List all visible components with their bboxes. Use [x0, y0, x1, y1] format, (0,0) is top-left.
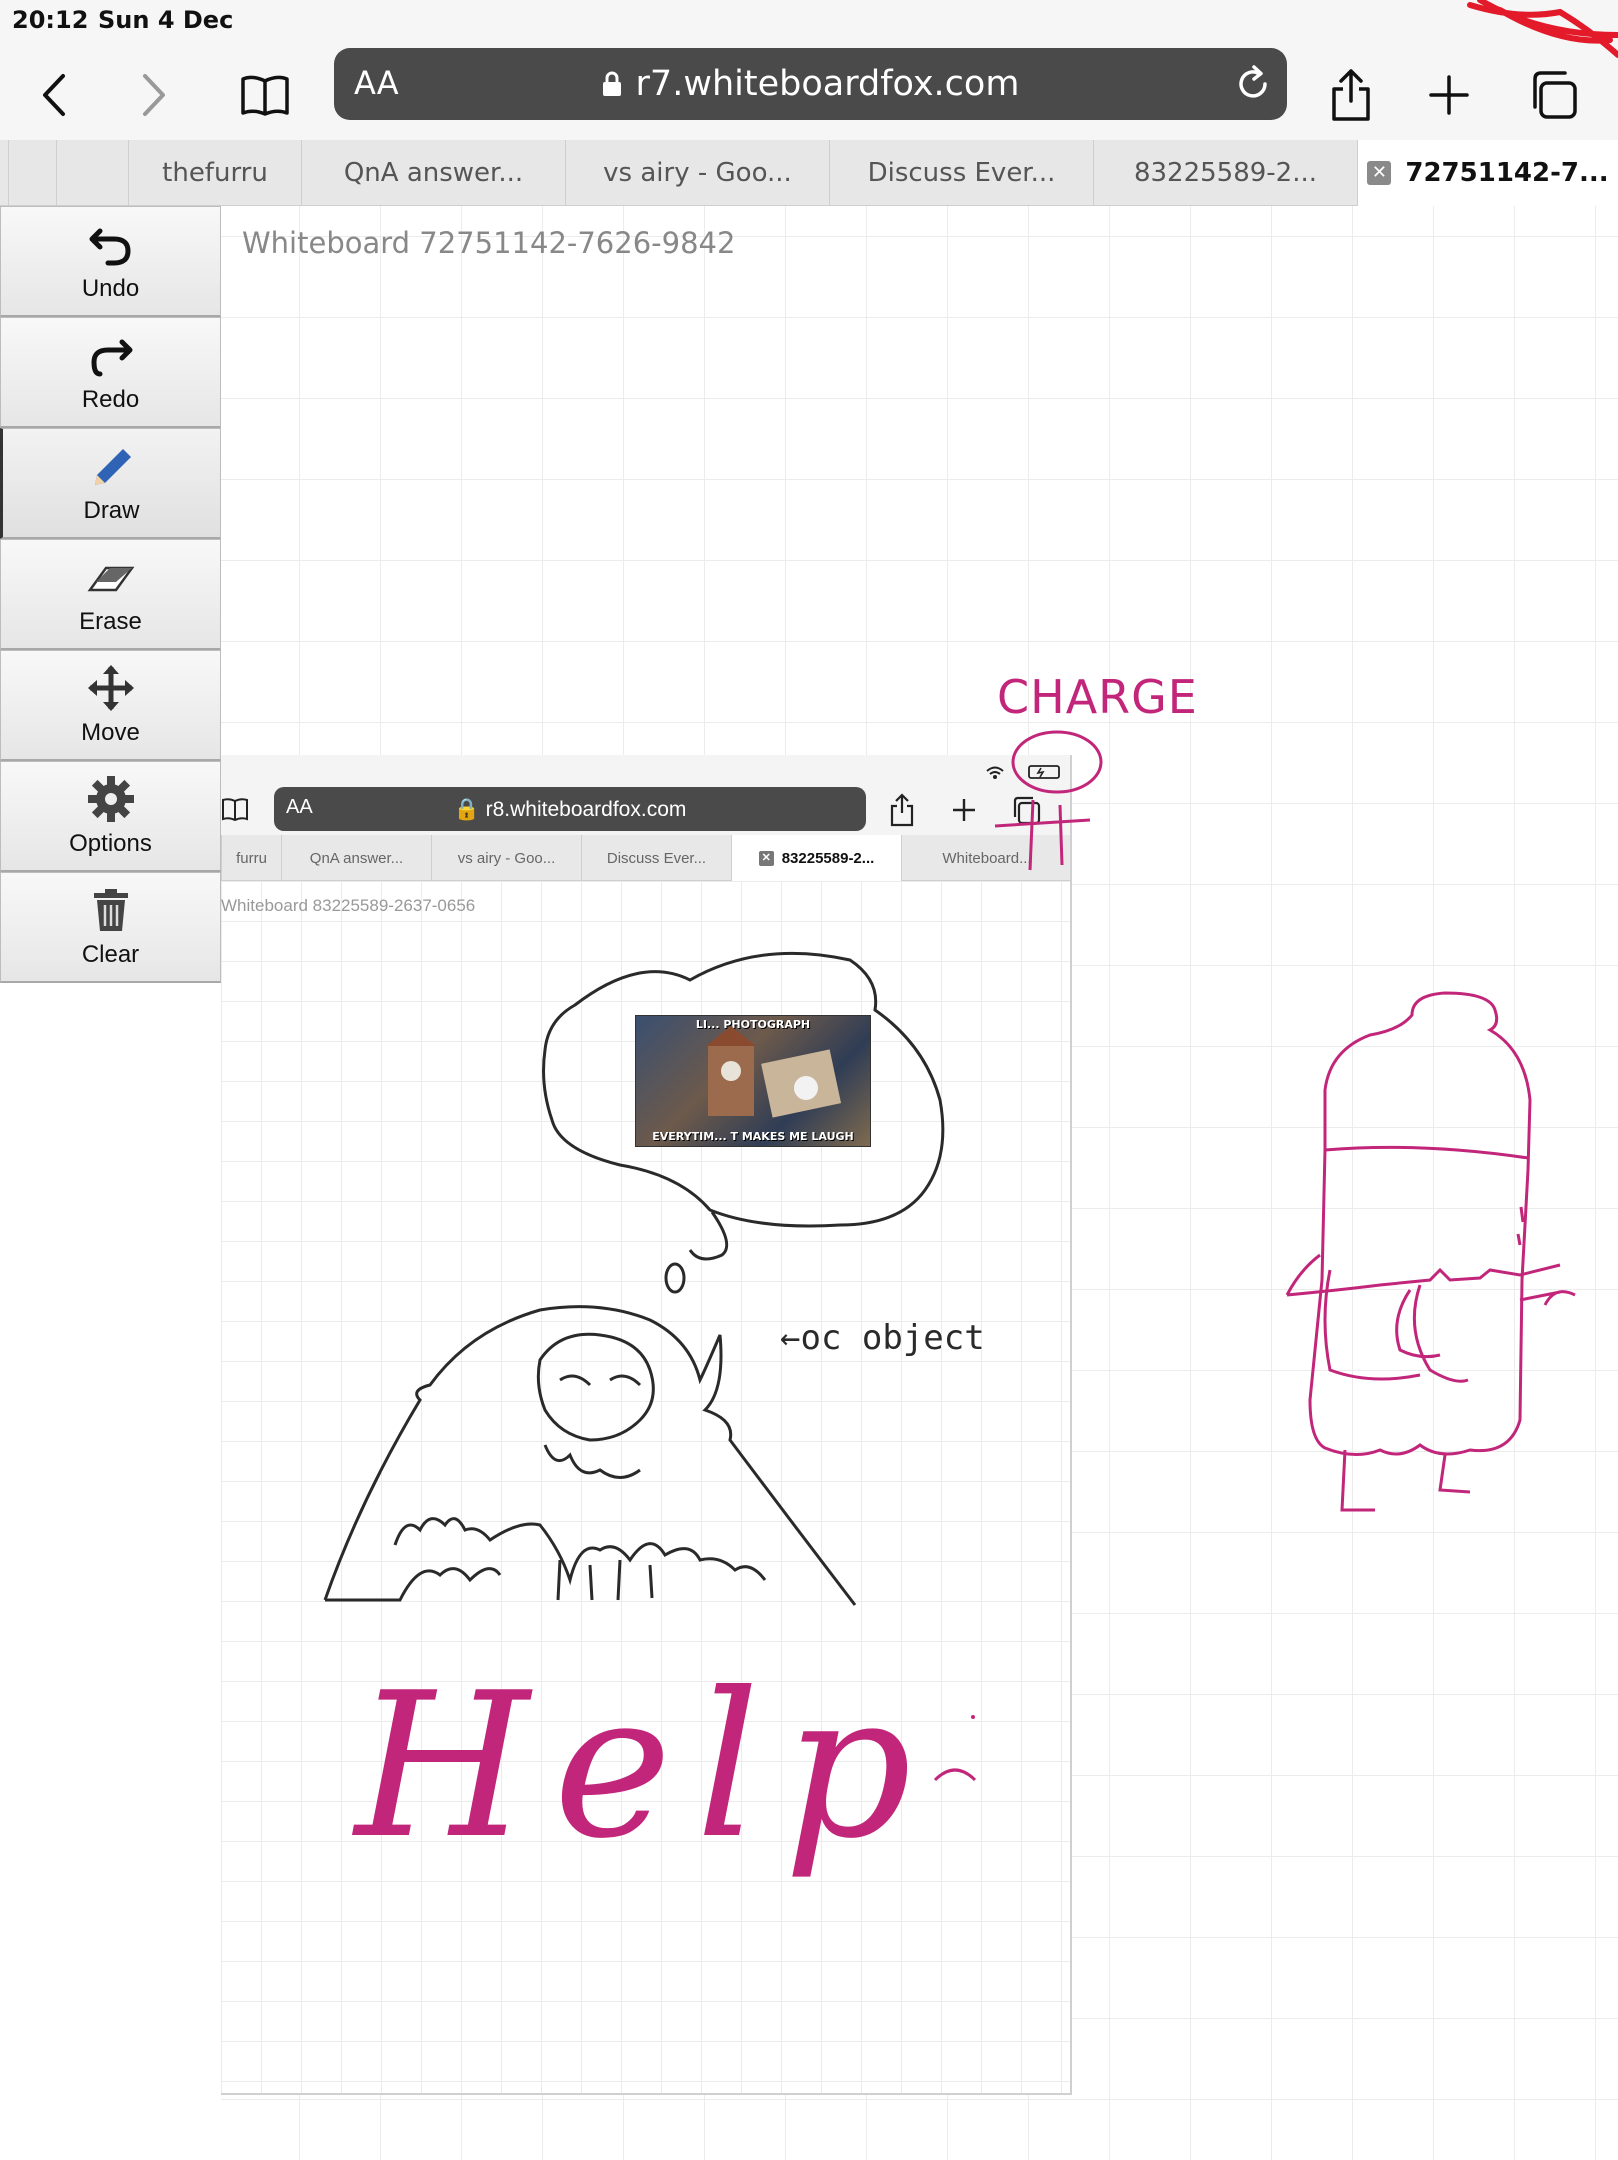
redo-button[interactable]: Redo — [0, 317, 221, 428]
help-label: Help — [355, 1650, 936, 1883]
close-tab-icon[interactable]: ✕ — [1367, 161, 1392, 185]
pencil-icon — [94, 449, 131, 485]
whiteboard-title: Whiteboard 72751142-7626-9842 — [242, 226, 736, 260]
pasted-tab: furru — [221, 835, 281, 881]
undo-button[interactable]: Undo — [0, 206, 221, 317]
tab-label: vs airy - Goo... — [603, 158, 792, 188]
tab-label: QnA answer... — [343, 158, 524, 188]
share-icon — [890, 793, 914, 827]
pasted-tab: Discuss Ever... — [581, 835, 731, 881]
meme-image: LI... PHOTOGRAPH EVERYTIM... T MAKES ME … — [635, 1015, 871, 1147]
tabs-overview-icon — [1013, 796, 1041, 825]
pasted-whiteboard-title: Whiteboard 83225589-2637-0656 — [221, 896, 476, 915]
undo-label: Undo — [81, 275, 140, 302]
wifi-battery-icon — [986, 765, 1060, 779]
draw-label: Draw — [83, 497, 140, 524]
charge-label: CHARGE — [997, 670, 1198, 724]
status-bar: 20:12 Sun 4 Dec — [0, 0, 1618, 40]
tab-qna[interactable]: QnA answer... — [301, 140, 565, 206]
status-time: 20:12 — [12, 6, 89, 34]
clear-label: Clear — [81, 941, 140, 968]
status-date: Sun 4 Dec — [98, 6, 234, 34]
erase-button[interactable]: Erase — [0, 539, 221, 650]
undo-icon — [89, 228, 131, 266]
url-display: r7.whiteboardfox.com — [334, 64, 1287, 104]
pasted-url-text: r8.whiteboardfox.com — [485, 798, 687, 821]
pasted-tab-active: ✕ 83225589-2... — [731, 835, 901, 881]
tab-vs-airy[interactable]: vs airy - Goo... — [565, 140, 829, 206]
tab-label: Discuss Ever... — [867, 158, 1056, 188]
meme-scene — [706, 1026, 842, 1118]
erase-label: Erase — [79, 608, 142, 635]
trash-icon — [93, 889, 128, 931]
tabs-overview-icon[interactable] — [1518, 60, 1588, 130]
pasted-tab: Whiteboard... — [901, 835, 1070, 881]
tab-discuss[interactable]: Discuss Ever... — [829, 140, 1093, 206]
reload-icon[interactable] — [1233, 62, 1273, 111]
bookmarks-icon — [222, 798, 248, 821]
options-label: Options — [69, 830, 152, 857]
tab-label: 72751142-7... — [1405, 158, 1609, 188]
back-icon[interactable] — [20, 60, 90, 130]
bookmarks-icon[interactable] — [230, 60, 300, 130]
forward-icon[interactable] — [118, 60, 188, 130]
redo-icon — [90, 339, 132, 377]
redo-label: Redo — [81, 386, 140, 413]
lock-icon — [602, 71, 621, 96]
move-label: Move — [81, 719, 140, 746]
pasted-tab-label: QnA answer... — [309, 849, 404, 867]
pinned-tab[interactable] — [8, 140, 56, 206]
gear-icon — [87, 776, 134, 822]
tab-bar: thefurru QnA answer... vs airy - Goo... … — [0, 140, 1618, 206]
move-button[interactable]: Move — [0, 650, 221, 761]
pasted-tab-label: Whiteboard... — [942, 849, 1032, 867]
pasted-tab: QnA answer... — [281, 835, 431, 881]
address-bar[interactable]: AA r7.whiteboardfox.com — [334, 48, 1287, 120]
pasted-tab-bar: furru QnA answer... vs airy - Goo... Dis… — [221, 835, 1070, 881]
clear-button[interactable]: Clear — [0, 872, 221, 983]
meme-bottom-text: EVERYTIM... T MAKES ME LAUGH — [652, 1130, 854, 1143]
tab-thefurru[interactable]: thefurru — [128, 140, 301, 206]
tab-label: thefurru — [162, 158, 268, 188]
new-tab-icon — [953, 799, 975, 821]
app-root: 20:12 Sun 4 Dec AA r7.whiteboardfox.com — [0, 0, 1618, 2160]
share-icon[interactable] — [1316, 60, 1386, 130]
tab-label: 83225589-2... — [1133, 158, 1318, 188]
tool-panel: Undo Redo Draw Erase Move Options Clear — [0, 206, 221, 983]
eraser-icon — [87, 566, 134, 592]
close-tab-icon: ✕ — [758, 850, 774, 866]
new-tab-icon[interactable] — [1414, 60, 1484, 130]
pasted-tab: vs airy - Goo... — [431, 835, 581, 881]
pasted-tab-label: 83225589-2... — [781, 849, 875, 867]
pinned-tab[interactable] — [56, 140, 128, 206]
pasted-screenshot: AA 🔒 r8.whiteboardfox.com furru QnA answ… — [221, 755, 1072, 2095]
pasted-tab-label: vs airy - Goo... — [457, 849, 556, 867]
browser-toolbar: AA r7.whiteboardfox.com — [0, 40, 1618, 140]
pasted-address-bar: AA 🔒 r8.whiteboardfox.com — [274, 787, 866, 831]
tab-83225589[interactable]: 83225589-2... — [1093, 140, 1357, 206]
pasted-url: 🔒 r8.whiteboardfox.com — [453, 798, 687, 821]
oc-object-label: ←oc object — [780, 1318, 985, 1358]
pasted-tab-label: furru — [236, 849, 267, 867]
options-button[interactable]: Options — [0, 761, 221, 872]
pasted-browser-toolbar: AA 🔒 r8.whiteboardfox.com — [221, 755, 1070, 835]
url-text: r7.whiteboardfox.com — [635, 64, 1020, 104]
pasted-tab-label: Discuss Ever... — [606, 849, 707, 867]
move-icon — [87, 665, 134, 711]
draw-button[interactable]: Draw — [0, 428, 221, 539]
tab-72751142[interactable]: ✕ 72751142-7... — [1357, 140, 1618, 206]
